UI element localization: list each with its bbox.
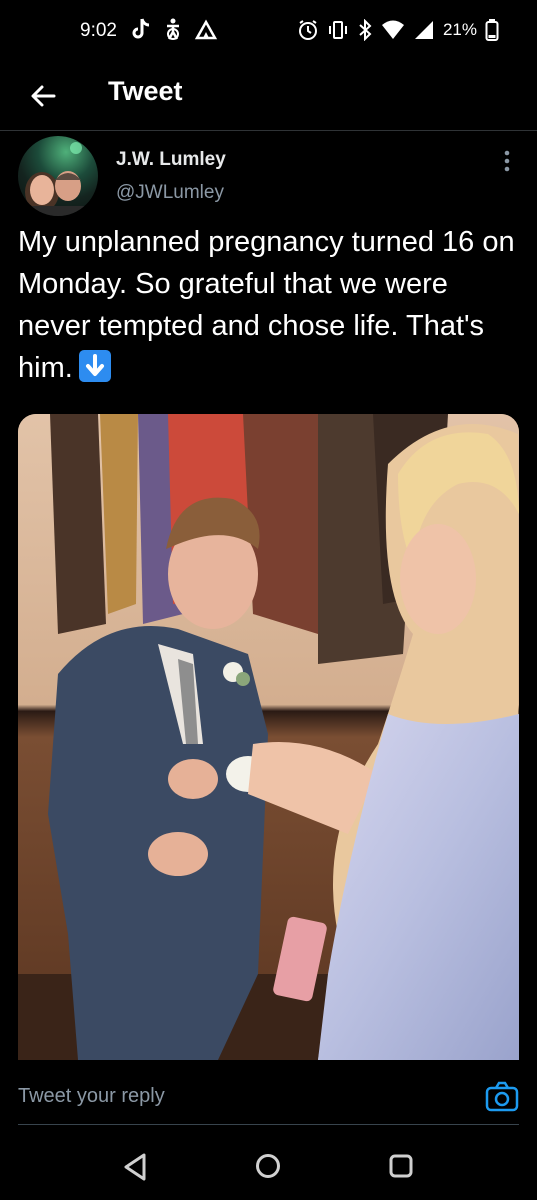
avatar-photo xyxy=(25,142,88,216)
home-icon[interactable] xyxy=(254,1152,282,1180)
tweet-photo[interactable] xyxy=(18,414,519,1060)
tiktok-icon xyxy=(132,18,150,39)
back-arrow-icon[interactable] xyxy=(24,76,64,116)
battery-icon xyxy=(485,19,499,41)
accessibility-icon xyxy=(167,18,179,40)
camping-icon xyxy=(194,19,218,40)
status-time: 9:02 xyxy=(80,20,117,41)
status-bar: 9:02 21% xyxy=(0,0,537,64)
avatar[interactable] xyxy=(18,136,98,216)
back-icon[interactable] xyxy=(120,1150,150,1184)
top-app-bar: Tweet xyxy=(0,64,537,131)
vibrate-icon xyxy=(328,21,347,39)
author-handle[interactable]: @JWLumley xyxy=(116,182,224,204)
bluetooth-icon xyxy=(359,19,372,41)
status-left-icons xyxy=(130,17,218,41)
alarm-icon xyxy=(298,20,317,40)
cell-signal-icon xyxy=(414,21,433,39)
down-arrow-emoji-icon xyxy=(78,350,111,382)
more-options-icon[interactable] xyxy=(498,148,516,174)
page-title: Tweet xyxy=(108,76,183,106)
status-right-icons: 21% xyxy=(297,18,499,42)
camera-icon[interactable] xyxy=(484,1080,520,1114)
wifi-icon xyxy=(381,20,404,39)
tweet-text: My unplanned pregnancy turned 16 on Mond… xyxy=(18,221,518,389)
author-name[interactable]: J.W. Lumley xyxy=(116,149,226,171)
tweet-photo-image xyxy=(18,414,519,1060)
reply-input[interactable]: Tweet your reply xyxy=(18,1085,165,1108)
recents-icon[interactable] xyxy=(387,1152,415,1180)
battery-percent: 21% xyxy=(442,20,477,39)
reply-divider xyxy=(18,1124,519,1125)
